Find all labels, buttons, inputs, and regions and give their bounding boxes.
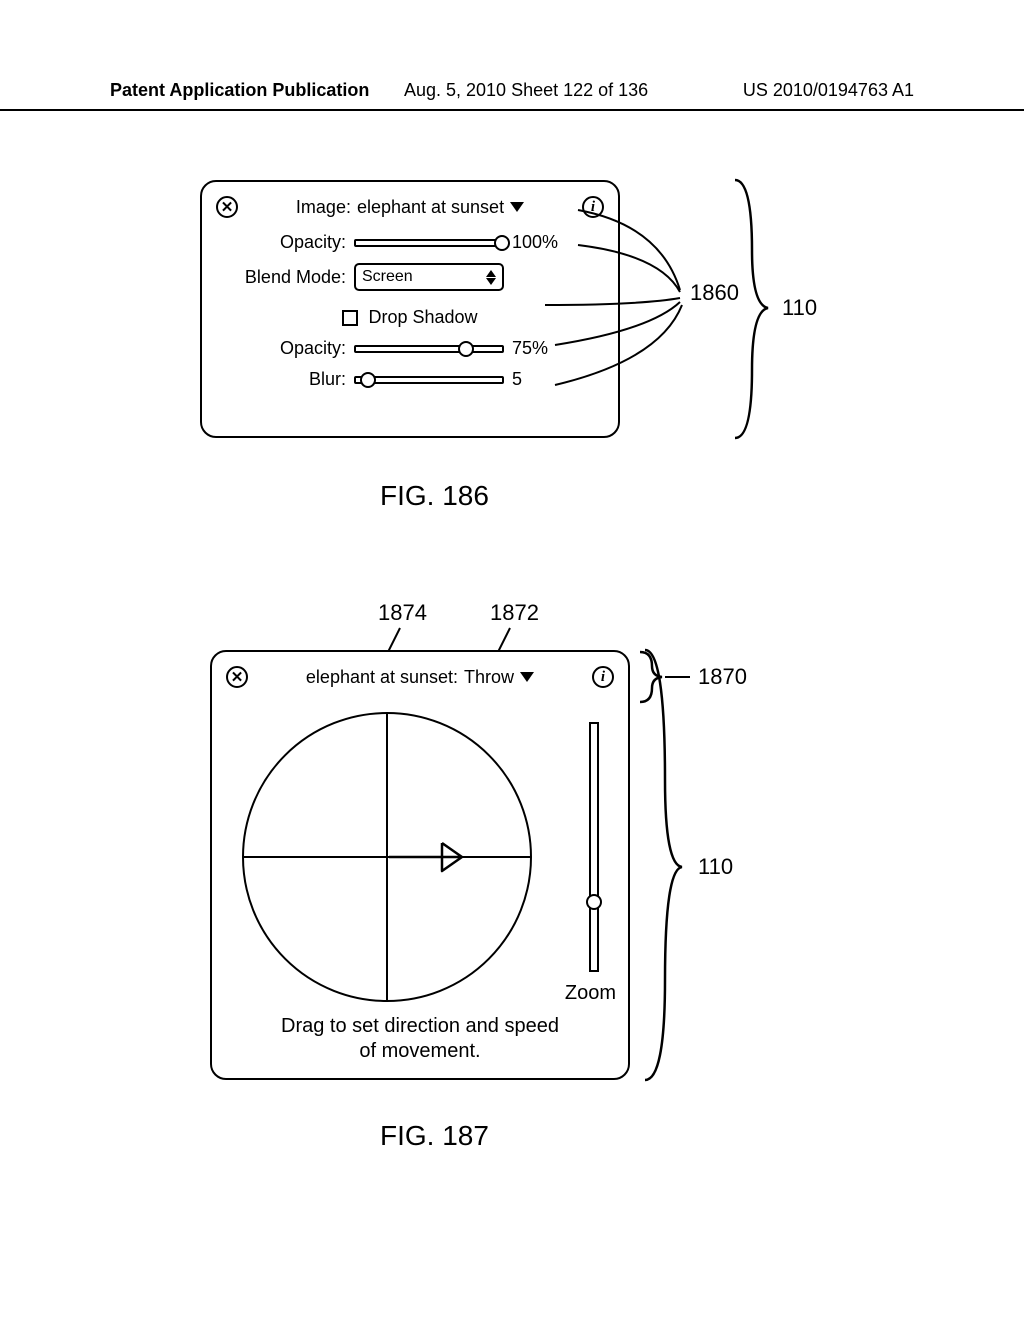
opacity2-value: 75%: [512, 338, 548, 359]
title-name: elephant at sunset:: [306, 667, 458, 688]
opacity2-slider[interactable]: [354, 345, 504, 353]
arrow-icon: [387, 837, 467, 877]
figure-label-186: FIG. 186: [380, 480, 489, 512]
info-icon[interactable]: i: [592, 666, 614, 688]
callout-110-b: 110: [698, 854, 733, 880]
zoom-slider[interactable]: [586, 722, 602, 972]
callout-110-a: 110: [782, 295, 817, 321]
info-icon[interactable]: i: [582, 196, 604, 218]
stepper-icon: [486, 270, 496, 285]
blend-mode-select[interactable]: Screen: [354, 263, 504, 291]
blur-slider[interactable]: [354, 376, 504, 384]
header-mid: Aug. 5, 2010 Sheet 122 of 136: [309, 80, 742, 101]
close-icon[interactable]: ✕: [216, 196, 238, 218]
panel-fig187: ✕ elephant at sunset: Throw i Zoo: [210, 650, 630, 1080]
page-header: Patent Application Publication Aug. 5, 2…: [0, 80, 1024, 111]
callout-1860: 1860: [690, 280, 739, 306]
callout-1874: 1874: [378, 600, 427, 626]
panel-title-dropdown[interactable]: elephant at sunset: Throw: [306, 667, 534, 688]
opacity1-value: 100%: [512, 232, 558, 253]
blend-value: Screen: [362, 268, 413, 286]
blend-label: Blend Mode:: [216, 267, 346, 288]
opacity1-label: Opacity:: [216, 232, 346, 253]
title-action: Throw: [464, 667, 514, 688]
title-prefix: Image:: [296, 197, 351, 218]
header-right: US 2010/0194763 A1: [743, 80, 914, 101]
blur-label: Blur:: [216, 369, 346, 390]
callout-1870: 1870: [698, 664, 747, 690]
drop-shadow-label: Drop Shadow: [368, 307, 477, 328]
callout-1872: 1872: [490, 600, 539, 626]
opacity1-slider[interactable]: [354, 239, 504, 247]
direction-control[interactable]: [242, 712, 532, 1002]
chevron-down-icon: [510, 202, 524, 212]
figure-label-187: FIG. 187: [380, 1120, 489, 1152]
drop-shadow-checkbox[interactable]: [342, 310, 358, 326]
zoom-label: Zoom: [565, 982, 616, 1005]
hint-text: Drag to set direction and speed of movem…: [212, 1014, 628, 1064]
close-icon[interactable]: ✕: [226, 666, 248, 688]
title-name: elephant at sunset: [357, 197, 504, 218]
panel-title-dropdown[interactable]: Image: elephant at sunset: [296, 197, 524, 218]
opacity2-label: Opacity:: [216, 338, 346, 359]
blur-value: 5: [512, 369, 522, 390]
panel-fig186: ✕ Image: elephant at sunset i Opacity: 1…: [200, 180, 620, 438]
chevron-down-icon: [520, 672, 534, 682]
